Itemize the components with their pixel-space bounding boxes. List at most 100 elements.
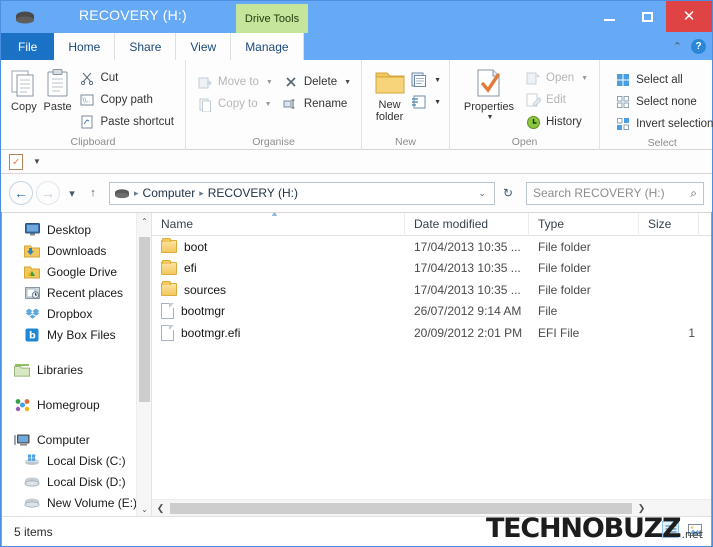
chevron-left-icon[interactable]: ❮ <box>152 500 169 516</box>
close-button[interactable]: ✕ <box>666 1 712 32</box>
file-name-label: bootmgr <box>181 304 226 319</box>
contextual-tab-drive-tools[interactable]: Drive Tools <box>236 4 308 33</box>
rename-button[interactable]: Rename <box>278 93 356 115</box>
details-view-button[interactable] <box>662 521 679 538</box>
move-to-button[interactable]: Move to ▼ <box>192 71 278 93</box>
breadcrumb-item-recovery[interactable]: RECOVERY (H:) <box>208 186 298 200</box>
select-all-button[interactable]: Select all <box>610 69 713 91</box>
table-row[interactable]: bootmgr.efi 20/09/2012 2:01 PM EFI File … <box>152 322 711 344</box>
ribbon-group-new-title: New <box>394 136 416 148</box>
sidebar-scrollbar-thumb[interactable] <box>139 237 150 402</box>
properties-icon[interactable] <box>9 153 23 170</box>
edit-button-label: Edit <box>546 94 566 106</box>
properties-button[interactable]: Properties ▼ <box>458 64 520 121</box>
chevron-down-icon[interactable]: ⌄ <box>137 501 151 517</box>
sidebar-item-local-disk-c[interactable]: Local Disk (C:) <box>2 450 138 471</box>
horizontal-scrollbar[interactable]: ❮ ❯ <box>152 499 711 516</box>
breadcrumb[interactable]: ▸ Computer ▸ RECOVERY (H:) ⌄ <box>109 181 495 205</box>
select-none-button[interactable]: Select none <box>610 91 713 113</box>
google-drive-icon <box>24 264 40 280</box>
forward-button[interactable]: → <box>36 181 60 205</box>
new-folder-button[interactable]: New folder <box>370 64 409 123</box>
chevron-up-icon[interactable]: ⌃ <box>137 213 151 229</box>
chevron-down-icon[interactable]: ⌄ <box>474 188 490 199</box>
sidebar-item-dropbox[interactable]: Dropbox <box>2 303 138 324</box>
search-box[interactable]: ⌕ <box>526 181 704 205</box>
table-row[interactable]: bootmgr 26/07/2012 9:14 AM File <box>152 301 711 323</box>
disk-icon <box>24 474 40 490</box>
table-row[interactable]: boot 17/04/2013 10:35 ... File folder <box>152 236 711 258</box>
file-name-cell: bootmgr.efi <box>152 322 405 344</box>
sidebar-item-label: Computer <box>37 432 90 447</box>
up-arrow-icon: ↑ <box>90 187 96 199</box>
back-button[interactable]: ← <box>9 181 33 205</box>
sidebar-item-my-box-files[interactable]: b My Box Files <box>2 324 138 345</box>
copy-to-button[interactable]: Copy to ▼ <box>192 93 278 115</box>
edit-button[interactable]: Edit <box>520 89 593 111</box>
column-header-type[interactable]: Type <box>529 213 639 236</box>
navigation-tree: Desktop Downloads Google Drive Recent pl… <box>2 219 138 513</box>
sidebar-scrollbar[interactable]: ⌃ ⌄ <box>136 213 151 517</box>
sidebar-item-recent-places[interactable]: Recent places <box>2 282 138 303</box>
sidebar-item-new-volume-e[interactable]: New Volume (E:) <box>2 492 138 513</box>
chevron-down-icon[interactable]: ▼ <box>33 157 41 166</box>
paste-button-label: Paste <box>43 101 72 113</box>
sidebar-item-desktop[interactable]: Desktop <box>2 219 138 240</box>
horizontal-scrollbar-thumb[interactable] <box>170 502 632 514</box>
cut-button[interactable]: Cut <box>74 67 179 89</box>
box-icon: b <box>24 327 40 343</box>
column-header-name[interactable]: ▲ Name <box>152 213 405 236</box>
easy-access-button[interactable]: ▼ <box>409 91 443 113</box>
history-button[interactable]: History <box>520 111 593 133</box>
search-input[interactable] <box>533 186 691 200</box>
sidebar-item-google-drive[interactable]: Google Drive <box>2 261 138 282</box>
scissors-icon <box>79 70 95 86</box>
close-icon: ✕ <box>682 8 696 25</box>
status-bar: 5 items <box>2 516 711 546</box>
help-icon[interactable]: ? <box>691 39 706 54</box>
chevron-right-icon[interactable]: ❯ <box>633 500 650 516</box>
table-row[interactable]: efi 17/04/2013 10:35 ... File folder <box>152 258 711 280</box>
sidebar-item-computer[interactable]: Computer <box>2 429 138 450</box>
breadcrumb-item-computer[interactable]: Computer <box>143 186 196 200</box>
rename-button-label: Rename <box>303 98 348 110</box>
svg-text:\\..: \\.. <box>83 97 91 104</box>
copy-path-button[interactable]: \\.. Copy path <box>74 89 179 111</box>
breadcrumb-separator: ▸ <box>134 187 139 198</box>
sidebar-item-homegroup[interactable]: Homegroup <box>2 394 138 415</box>
chevron-up-icon[interactable]: ⌃ <box>673 40 682 53</box>
ribbon-group-organise-title: Organise <box>252 136 295 148</box>
minimize-button[interactable] <box>590 1 628 32</box>
tab-share[interactable]: Share <box>115 33 177 60</box>
large-icons-view-button[interactable] <box>686 521 703 538</box>
tab-file[interactable]: File <box>1 33 55 60</box>
delete-button[interactable]: Delete ▼ <box>278 71 356 93</box>
paste-shortcut-button-label: Paste shortcut <box>100 116 174 128</box>
tab-view[interactable]: View <box>176 33 232 60</box>
new-item-button[interactable]: ▼ <box>409 69 443 91</box>
sidebar-item-libraries[interactable]: Libraries <box>2 359 138 380</box>
homegroup-icon <box>14 397 30 413</box>
up-button[interactable]: ↑ <box>84 181 102 205</box>
invert-selection-button[interactable]: Invert selection <box>610 113 713 135</box>
file-date-cell: 17/04/2013 10:35 ... <box>414 282 521 297</box>
column-header-date-modified[interactable]: Date modified <box>405 213 529 236</box>
new-folder-label-line1: New <box>378 99 401 111</box>
open-button[interactable]: Open ▼ <box>520 67 593 89</box>
search-icon[interactable]: ⌕ <box>690 186 697 201</box>
sidebar-item-downloads[interactable]: Downloads <box>2 240 138 261</box>
sidebar-item-local-disk-d[interactable]: Local Disk (D:) <box>2 471 138 492</box>
maximize-button[interactable] <box>628 1 666 32</box>
table-row[interactable]: sources 17/04/2013 10:35 ... File folder <box>152 279 711 301</box>
copy-button[interactable]: Copy <box>7 64 41 113</box>
breadcrumb-separator: ▸ <box>199 187 204 198</box>
column-header-size[interactable]: Size <box>639 213 699 236</box>
tab-home[interactable]: Home <box>54 33 116 60</box>
file-size-cell <box>639 301 699 323</box>
recent-locations-button[interactable]: ▾ <box>63 181 81 205</box>
paste-shortcut-button[interactable]: Paste shortcut <box>74 111 179 133</box>
refresh-icon[interactable]: ↻ <box>498 186 518 200</box>
paste-button[interactable]: Paste <box>41 64 75 113</box>
tab-manage[interactable]: Manage <box>231 33 304 60</box>
